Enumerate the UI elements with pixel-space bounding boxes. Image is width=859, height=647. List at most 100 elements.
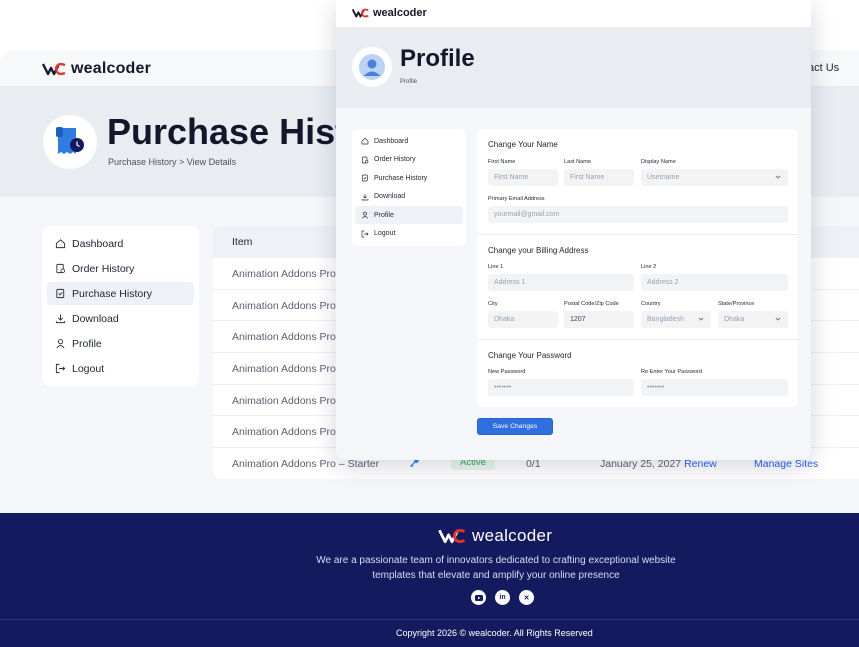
email-label: Primary Email Address (488, 196, 545, 202)
column-header-item: Item (232, 236, 253, 248)
sidebar-item-label: Logout (374, 230, 396, 237)
new-password-field[interactable]: ••••••• (488, 379, 634, 396)
sidebar-item-order-history[interactable]: Order History (47, 257, 194, 280)
state-label: State/Province (718, 301, 755, 307)
footer-logo[interactable]: wealcoder (438, 526, 552, 546)
first-name-field[interactable]: First Name (488, 169, 558, 186)
hero-icon-badge (43, 115, 97, 169)
last-name-field[interactable]: First Name (564, 169, 634, 186)
brand-name: wealcoder (373, 7, 427, 19)
sidebar-item-logout[interactable]: Logout (355, 225, 463, 243)
sidebar-item-order-history[interactable]: Order History (355, 151, 463, 169)
home-icon (55, 239, 66, 249)
postal-label: Postal Code/Zip Code (564, 301, 619, 307)
section-divider (477, 339, 798, 340)
address-line2-field[interactable]: Address 2 (641, 274, 788, 291)
section-divider (477, 234, 798, 235)
site-logo[interactable]: wealcoder (352, 7, 427, 19)
page-title: Profile (400, 45, 475, 72)
row-item-name: Animation Addons Pro - (232, 426, 343, 439)
receipt-check-icon (56, 288, 65, 299)
sidebar-item-purchase-history[interactable]: Purchase History (47, 282, 194, 305)
receipt-icon (56, 263, 66, 274)
wealcoder-logo-icon (42, 62, 66, 76)
user-icon (56, 339, 65, 349)
address-line1-field[interactable]: Address 1 (488, 274, 634, 291)
avatar[interactable] (352, 47, 392, 87)
state-select[interactable]: Dhaka (718, 311, 788, 328)
sidebar-item-download[interactable]: Download (355, 188, 463, 206)
row-item-name: Animation Addons Pro - (232, 299, 343, 312)
download-icon (361, 193, 369, 200)
first-name-label: First Name (488, 159, 516, 165)
receipt-check-icon (362, 174, 368, 182)
nav-contact-us[interactable]: act Us (808, 62, 839, 74)
country-label: Country (641, 301, 661, 307)
youtube-icon[interactable] (471, 590, 486, 605)
country-value: Bangladesh (647, 316, 684, 323)
page-title: Purchase Histo (107, 111, 370, 152)
footer-divider (0, 619, 859, 620)
receipt-clock-icon (56, 127, 84, 154)
sidebar-item-label: Purchase History (72, 287, 152, 300)
social-links: in ✕ (471, 590, 534, 605)
state-value: Dhaka (724, 316, 745, 323)
logout-icon (361, 230, 369, 237)
sidebar-item-label: Purchase History (374, 174, 428, 182)
city-label: City (488, 301, 498, 307)
site-logo[interactable]: wealcoder (42, 60, 151, 78)
wealcoder-logo-icon (438, 529, 466, 544)
linkedin-icon[interactable]: in (495, 590, 510, 605)
sidebar-item-label: Dashboard (72, 237, 124, 250)
profile-window: wealcoder Profile Profile Dashboard Orde… (336, 0, 811, 460)
reenter-password-field[interactable]: ••••••• (641, 379, 788, 396)
x-icon[interactable]: ✕ (519, 590, 534, 605)
sidebar-item-dashboard[interactable]: Dashboard (355, 132, 463, 150)
profile-form: Change Your Name First Name Last Name Di… (477, 129, 798, 407)
sidebar-item-profile[interactable]: Profile (355, 206, 463, 224)
postal-code-field[interactable]: 1207 (564, 311, 634, 328)
profile-hero: Profile Profile (336, 27, 811, 108)
receipt-icon (362, 156, 369, 163)
chevron-down-icon (775, 175, 781, 179)
sidebar-item-profile[interactable]: Profile (47, 332, 194, 355)
line1-label: Line 1 (488, 264, 504, 270)
sidebar-item-download[interactable]: Download (47, 307, 194, 330)
sidebar-item-purchase-history[interactable]: Purchase History (355, 169, 463, 187)
download-icon (55, 314, 66, 324)
email-field[interactable]: yourmail@gmail.com (488, 206, 788, 223)
city-field[interactable]: Dhaka (488, 311, 558, 328)
profile-header: wealcoder (336, 0, 811, 27)
breadcrumb[interactable]: Profile (400, 79, 417, 85)
new-password-label: New Password (488, 369, 526, 375)
sidebar-item-label: Download (72, 312, 119, 325)
sidebar-item-label: Order History (72, 262, 135, 275)
user-avatar-icon (359, 54, 385, 80)
breadcrumb[interactable]: Purchase History > View Details (108, 157, 236, 167)
sidebar-item-label: Dashboard (374, 137, 409, 145)
line2-label: Line 2 (641, 264, 657, 270)
display-name-select[interactable]: Username (641, 169, 788, 186)
account-sidebar: Dashboard Order History Purchase History… (352, 129, 466, 246)
row-item-name: Animation Addons Pro - (232, 394, 343, 407)
home-icon (361, 137, 369, 145)
country-select[interactable]: Bangladesh (641, 311, 711, 328)
user-icon (362, 211, 368, 219)
sidebar-item-logout[interactable]: Logout (47, 357, 194, 380)
row-item-name: Animation Addons Pro - (232, 363, 343, 376)
footer-tagline: We are a passionate team of innovators d… (316, 555, 676, 581)
sidebar-item-label: Order History (374, 156, 416, 163)
save-changes-button[interactable]: Save Changes (477, 418, 553, 435)
row-item-name: Animation Addons Pro - (232, 331, 343, 344)
copyright-text: Copyright 2026 © wealcoder. All Rights R… (396, 628, 593, 638)
site-footer: wealcoder We are a passionate team of in… (0, 513, 859, 647)
sidebar-item-label: Download (374, 193, 406, 200)
sidebar-item-label: Logout (72, 362, 105, 375)
row-item-name: Animation Addons Pro - (232, 268, 343, 280)
sidebar-item-dashboard[interactable]: Dashboard (47, 232, 194, 255)
section-title-password: Change Your Password (488, 351, 572, 360)
chevron-down-icon (698, 317, 704, 321)
chevron-down-icon (775, 317, 781, 321)
section-title-name: Change Your Name (488, 140, 558, 149)
reenter-password-label: Re Enter Your Password (641, 369, 702, 375)
